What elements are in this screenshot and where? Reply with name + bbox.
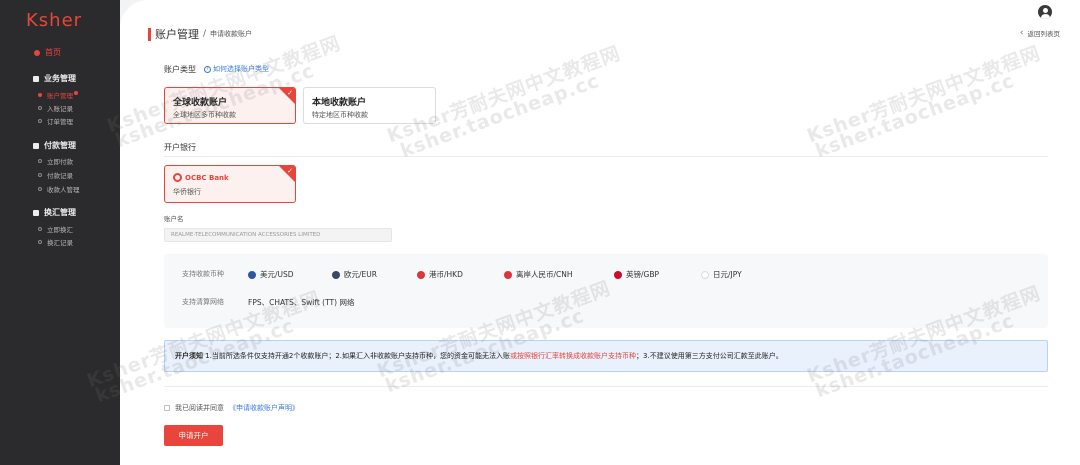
sidebar-item-deposit-records[interactable]: 入账记录 — [38, 103, 73, 113]
apply-account-button[interactable]: 申请开户 — [164, 425, 223, 446]
bullet-icon — [38, 119, 42, 123]
currency-cnh: 离岸人民币/CNH — [504, 269, 573, 280]
account-name-label: 账户名 — [164, 215, 184, 223]
account-type-option-local[interactable]: 本地收款账户 特定地区币种收款 — [303, 87, 436, 124]
ksher-logo: Ksher — [26, 10, 83, 31]
question-icon: ? — [204, 65, 211, 73]
networks-value: FPS、CHATS、Swift (TT) 网络 — [248, 298, 355, 307]
currency-gbp: 英镑/GBP — [614, 269, 659, 280]
bank-option-ocbc[interactable]: OCBC Bank 华侨银行 ✓ — [164, 165, 296, 203]
account-notice: 开户须知 1.当前所选条件仅支持开通2个收款账户；2.如果汇入非收款账户支持币种… — [164, 340, 1048, 372]
agreement-checkbox[interactable] — [164, 405, 170, 411]
sidebar-item-payment-records[interactable]: 付款记录 — [38, 170, 73, 180]
title-accent-bar — [148, 27, 151, 41]
sidebar-item-exchange-records[interactable]: 换汇记录 — [38, 237, 73, 247]
bullet-icon — [38, 227, 42, 231]
currency-hkd: 港币/HKD — [417, 269, 463, 280]
account-name-field: REALME-TELECOMMUNICATION ACCESSORIES LIM… — [164, 228, 392, 242]
divider — [164, 386, 1048, 387]
sidebar-item-home[interactable]: 首页 — [34, 47, 61, 58]
page-title: 账户管理 — [155, 28, 199, 41]
eu-flag-icon — [332, 270, 340, 279]
sidebar-item-exchange-now[interactable]: 立即换汇 — [38, 224, 73, 234]
sidebar-item-order-management[interactable]: 订单管理 — [38, 116, 73, 126]
breadcrumb-separator: / — [203, 29, 207, 39]
currency-eur: 欧元/EUR — [332, 269, 377, 280]
ocbc-logo: OCBC Bank — [173, 173, 287, 182]
sidebar-group-exchange[interactable]: 换汇管理 — [33, 207, 76, 218]
account-type-label: 账户类型 — [164, 65, 196, 74]
bullet-icon — [38, 187, 42, 191]
sidebar-group-business[interactable]: 业务管理 — [33, 73, 76, 84]
currency-usd: 美元/USD — [248, 269, 294, 280]
networks-label: 支持清算网络 — [182, 298, 224, 306]
account-info-box: 支持收款币种 美元/USD 欧元/EUR 港币/HKD 离岸人民币/CNH 英镑… — [164, 254, 1048, 328]
bullet-icon — [38, 240, 42, 244]
account-type-help-link[interactable]: ? 如何选择账户类型 — [204, 64, 269, 74]
wallet-icon — [33, 142, 39, 149]
page-subtitle: 申请收款账户 — [210, 30, 253, 38]
sidebar-item-pay-now[interactable]: 立即付款 — [38, 156, 73, 166]
sidebar: Ksher 首页 业务管理 账户管理 入账记录 订单管理 付款管理 立即付款 付… — [0, 0, 120, 465]
bullet-icon — [38, 159, 42, 163]
agreement-link[interactable]: 《申请收款账户声明》 — [229, 403, 299, 413]
bullet-icon — [38, 93, 42, 97]
check-icon: ✓ — [287, 89, 293, 97]
agreement-row: 我已阅读并同意 《申请收款账户声明》 — [164, 403, 299, 413]
breadcrumb: 账户管理 / 申请收款账户 — [148, 26, 252, 42]
watermark: Ksher芳耐夫网中文教程网 — [804, 42, 1044, 148]
sidebar-item-account-management[interactable]: 账户管理 — [38, 90, 78, 100]
exchange-icon — [33, 209, 39, 216]
home-icon — [34, 49, 40, 56]
sidebar-item-payee-management[interactable]: 收款人管理 — [38, 184, 80, 194]
us-flag-icon — [248, 270, 256, 279]
bullet-icon — [38, 106, 42, 110]
divider — [164, 156, 1048, 157]
cn-flag-icon — [504, 270, 512, 279]
check-icon: ✓ — [287, 167, 293, 175]
bank-label: 开户银行 — [164, 143, 196, 152]
user-avatar-icon[interactable] — [1038, 5, 1052, 19]
main-panel: 账户管理 / 申请收款账户 ‹ 返回列表页 账户类型 ? 如何选择账户类型 全球… — [84, 0, 1080, 465]
grid-icon — [33, 75, 39, 82]
currency-jpy: 日元/JPY — [701, 269, 742, 280]
jp-flag-icon — [701, 270, 709, 279]
chevron-left-icon: ‹ — [1019, 28, 1024, 38]
account-type-option-global[interactable]: 全球收款账户 全球地区多币种收款 ✓ — [164, 87, 296, 124]
back-to-list-link[interactable]: ‹ 返回列表页 — [1020, 28, 1060, 38]
watermark: ksher.taocheap.cc — [812, 69, 1018, 163]
uk-flag-icon — [614, 270, 622, 279]
ocbc-logo-icon — [173, 173, 182, 182]
sidebar-item-label: 首页 — [45, 48, 61, 57]
notification-dot — [74, 90, 78, 95]
agreement-text: 我已阅读并同意 — [175, 404, 224, 412]
sidebar-group-payment[interactable]: 付款管理 — [33, 140, 76, 151]
currencies-label: 支持收款币种 — [182, 270, 224, 278]
hk-flag-icon — [417, 270, 425, 279]
bullet-icon — [38, 173, 42, 177]
